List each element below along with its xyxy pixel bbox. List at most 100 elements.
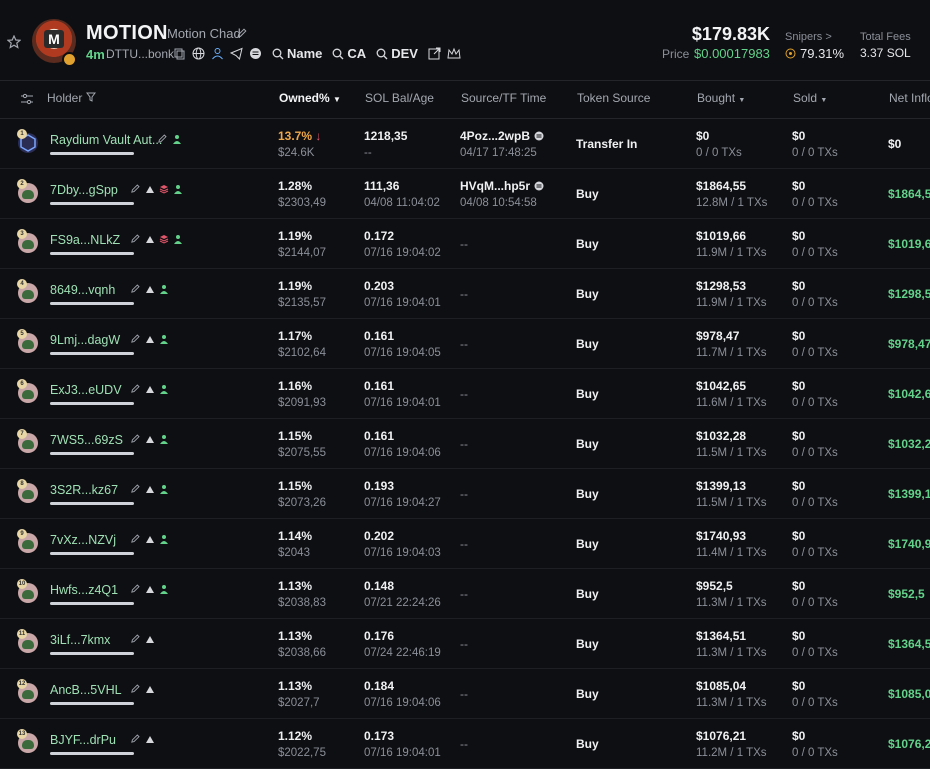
- column-holder[interactable]: Holder: [47, 91, 96, 105]
- table-row[interactable]: 10 Hwfs...z4Q1 1.13% $2038,83 0.148 07/21 22:…: [0, 569, 930, 619]
- token-name: MOTION: [86, 22, 168, 44]
- holder-address[interactable]: 7WS5...69zS: [50, 433, 123, 447]
- holder-address[interactable]: 8649...vqnh: [50, 283, 115, 297]
- snipers-label[interactable]: Snipers >: [785, 31, 832, 43]
- holder-address[interactable]: 9Lmj...dagW: [50, 333, 120, 347]
- copy-icon[interactable]: [174, 48, 186, 60]
- source-wallet[interactable]: 4Poz...2wpB: [460, 129, 544, 143]
- table-row[interactable]: 2 7Dby...gSpp 1.28% $2303,49 111,36 04/08 11:…: [0, 169, 930, 219]
- edit-icon[interactable]: [130, 333, 141, 344]
- user-icon[interactable]: [211, 47, 224, 60]
- holder-address[interactable]: 3S2R...kz67: [50, 483, 118, 497]
- source-time: 04/17 17:48:25: [460, 147, 537, 159]
- net-inflow: $978,47: [888, 337, 930, 351]
- table-row[interactable]: 7 7WS5...69zS 1.15% $2075,55 0.161 07/16 19:0…: [0, 419, 930, 469]
- arrow-down-icon: ↓: [315, 129, 322, 143]
- edit-icon[interactable]: [130, 533, 141, 544]
- edit-icon[interactable]: [130, 233, 141, 244]
- edit-icon[interactable]: [130, 383, 141, 394]
- source-wallet[interactable]: HVqM...hp5r: [460, 179, 544, 193]
- table-row[interactable]: 1 Raydium Vault Aut... 13.7% ↓ $24.6K 1218,3…: [0, 119, 930, 169]
- edit-icon[interactable]: [130, 633, 141, 644]
- table-row[interactable]: 11 3iLf...7kmx 1.13% $2038,66 0.176 07/24 22:…: [0, 619, 930, 669]
- edit-icon[interactable]: [130, 183, 141, 194]
- holder-address[interactable]: Raydium Vault Aut...: [50, 133, 162, 147]
- owned-percent-value: 1.13%: [278, 579, 313, 593]
- sol-balance: 0.161: [364, 429, 395, 443]
- holder-tags: [130, 733, 155, 744]
- globe-icon[interactable]: [192, 47, 205, 60]
- sold-txs: 0 / 0 TXs: [792, 697, 838, 709]
- column-net-inflow[interactable]: Net Inflo: [889, 91, 930, 105]
- table-row[interactable]: 8 3S2R...kz67 1.15% $2073,26 0.193 07/16 19:0…: [0, 469, 930, 519]
- mountain-icon: [145, 535, 154, 543]
- column-source[interactable]: Source/TF Time: [461, 91, 546, 105]
- token-source: Buy: [576, 737, 599, 751]
- sold-txs: 0 / 0 TXs: [792, 547, 838, 559]
- search-dev-link[interactable]: DEV: [376, 46, 418, 61]
- table-row[interactable]: 6 ExJ3...eUDV 1.16% $2091,93 0.161 07/16 19:0…: [0, 369, 930, 419]
- source-time: 04/08 10:54:58: [460, 197, 537, 209]
- bought-txs: 11.9M / 1 TXs: [696, 297, 767, 309]
- sold-amount: $0: [792, 229, 806, 243]
- owned-percent: 1.19%: [278, 229, 312, 243]
- external-link-icon[interactable]: [428, 47, 441, 60]
- table-row[interactable]: 9 7vXz...NZVj 1.14% $2043 0.202 07/16 19:04:0…: [0, 519, 930, 569]
- search-ca-link[interactable]: CA: [332, 46, 366, 61]
- edit-icon[interactable]: [130, 733, 141, 744]
- holder-address[interactable]: 3iLf...7kmx: [50, 633, 110, 647]
- bought-amount: $978,47: [696, 329, 740, 343]
- column-owned[interactable]: Owned% ▼: [279, 91, 341, 105]
- token-source: Buy: [576, 537, 599, 551]
- sort-icon: ▼: [738, 97, 746, 104]
- holder-address[interactable]: BJYF...drPu: [50, 733, 116, 747]
- chat-icon[interactable]: [249, 47, 262, 60]
- rank-badge: 2: [17, 179, 27, 189]
- table-row[interactable]: 13 BJYF...drPu 1.12% $2022,75 0.173 07/16 19:…: [0, 719, 930, 769]
- table-row[interactable]: 3 FS9a...NLkZ 1.19% $2144,07 0.172 07/16 19:0…: [0, 219, 930, 269]
- bought-amount: $1076,21: [696, 729, 747, 743]
- bought-amount: $1019,66: [696, 229, 747, 243]
- wallet-age: 07/24 22:46:19: [364, 647, 441, 659]
- column-token-source[interactable]: Token Source: [577, 91, 650, 105]
- holder-address[interactable]: FS9a...NLkZ: [50, 233, 120, 247]
- sold-amount: $0: [792, 129, 806, 143]
- column-bought[interactable]: Bought ▼: [697, 91, 745, 105]
- holder-address[interactable]: ExJ3...eUDV: [50, 383, 122, 397]
- layers-icon: [159, 184, 169, 194]
- sold-amount: $0: [792, 479, 806, 493]
- table-row[interactable]: 4 8649...vqnh 1.19% $2135,57 0.203 07/16 19:0…: [0, 269, 930, 319]
- table-row[interactable]: 12 AncB...5VHL 1.13% $2027,7 0.184 07/16 19:0…: [0, 669, 930, 719]
- column-owned-label: Owned%: [279, 91, 330, 105]
- holder-address[interactable]: 7Dby...gSpp: [50, 183, 118, 197]
- token-source: Buy: [576, 487, 599, 501]
- filter-settings-icon[interactable]: [20, 92, 34, 106]
- owned-percent: 1.14%: [278, 529, 312, 543]
- crown-icon[interactable]: [447, 47, 461, 60]
- column-sol-bal[interactable]: SOL Bal/Age: [365, 91, 434, 105]
- telegram-icon[interactable]: [230, 47, 243, 60]
- edit-icon[interactable]: [130, 683, 141, 694]
- rank-badge: 5: [17, 329, 27, 339]
- funnel-icon[interactable]: [85, 92, 96, 102]
- holder-address[interactable]: Hwfs...z4Q1: [50, 583, 118, 597]
- edit-icon[interactable]: [157, 133, 168, 144]
- star-icon[interactable]: [7, 35, 21, 49]
- edit-icon[interactable]: [130, 283, 141, 294]
- table-row[interactable]: 5 9Lmj...dagW 1.17% $2102,64 0.161 07/16 19:0…: [0, 319, 930, 369]
- edit-icon[interactable]: [130, 583, 141, 594]
- holder-address[interactable]: 7vXz...NZVj: [50, 533, 116, 547]
- contract-address[interactable]: DTTU...bonk: [106, 47, 174, 61]
- edit-icon[interactable]: [130, 433, 141, 444]
- search-name-link[interactable]: Name: [272, 46, 322, 61]
- column-sold[interactable]: Sold ▼: [793, 91, 827, 105]
- launchpad-badge-icon: [62, 52, 77, 67]
- holder-address[interactable]: AncB...5VHL: [50, 683, 122, 697]
- edit-icon[interactable]: [130, 483, 141, 494]
- source-empty: --: [460, 587, 468, 601]
- wallet-age: 07/16 19:04:27: [364, 497, 441, 509]
- person-icon: [173, 134, 181, 144]
- edit-icon[interactable]: [236, 27, 248, 39]
- owned-percent-value: 1.19%: [278, 229, 313, 243]
- source-empty: --: [460, 237, 468, 251]
